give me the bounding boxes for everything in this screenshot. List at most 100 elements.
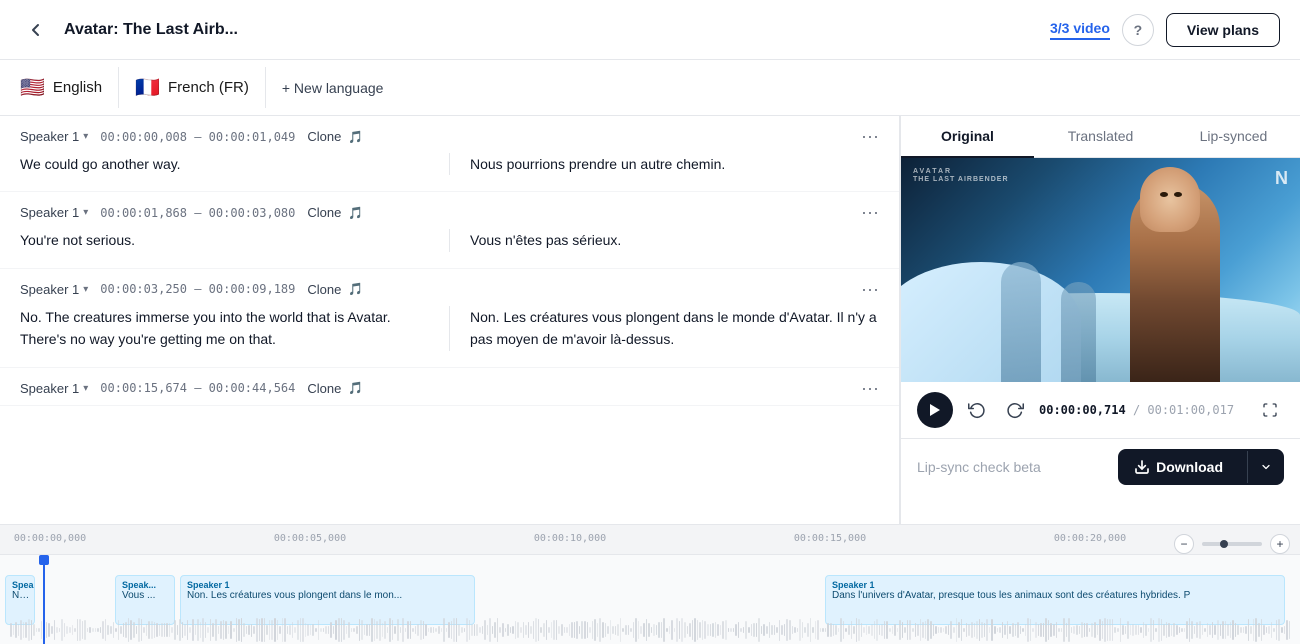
segment-3-translated[interactable]: Non. Les créatures vous plongent dans le… bbox=[450, 306, 879, 351]
wave-bar bbox=[310, 625, 312, 634]
wave-bar bbox=[10, 623, 12, 637]
download-main-area[interactable]: Download bbox=[1118, 449, 1239, 485]
wave-bar bbox=[371, 618, 373, 642]
wave-bar bbox=[966, 623, 968, 636]
wave-bar bbox=[25, 622, 27, 637]
wave-bar bbox=[374, 619, 376, 641]
wave-bar bbox=[146, 624, 148, 636]
clone-1-label: Clone bbox=[307, 129, 341, 144]
wave-bar bbox=[77, 619, 79, 641]
wave-bar bbox=[59, 628, 61, 633]
download-button[interactable]: Download bbox=[1118, 449, 1284, 485]
wave-bar bbox=[1109, 619, 1111, 641]
segment-2-original[interactable]: You're not serious. bbox=[20, 229, 449, 251]
speaker-3-label: Speaker 1 bbox=[20, 282, 79, 297]
wave-bar bbox=[389, 618, 391, 643]
segment-1-original[interactable]: We could go another way. bbox=[20, 153, 449, 175]
clone-1-button[interactable]: Clone 🎵 bbox=[307, 129, 363, 144]
tab-original[interactable]: Original bbox=[901, 116, 1034, 158]
wave-bar bbox=[1053, 624, 1055, 635]
segment-1-translated[interactable]: Nous pourrions prendre un autre chemin. bbox=[450, 153, 879, 175]
tab-lip-synced[interactable]: Lip-synced bbox=[1167, 116, 1300, 158]
download-chevron-button[interactable] bbox=[1247, 451, 1284, 483]
zoom-slider[interactable] bbox=[1202, 542, 1262, 546]
wave-bar bbox=[1050, 623, 1052, 637]
wave-bar bbox=[241, 618, 243, 642]
wave-bar bbox=[489, 618, 491, 643]
wave-bar bbox=[615, 626, 617, 635]
segment-3-original[interactable]: No. The creatures immerse you into the w… bbox=[20, 306, 449, 351]
clone-3-button[interactable]: Clone 🎵 bbox=[307, 282, 363, 297]
wave-bar bbox=[961, 619, 963, 641]
wave-bar bbox=[1163, 624, 1165, 636]
view-plans-button[interactable]: View plans bbox=[1166, 13, 1280, 47]
wave-bar bbox=[125, 622, 127, 637]
main-area: Speaker 1 ▾ 00:00:00,008 — 00:00:01,049 … bbox=[0, 116, 1300, 524]
wave-bar bbox=[1048, 620, 1050, 641]
more-options-3-button[interactable]: ··· bbox=[861, 279, 879, 300]
clone-4-button[interactable]: Clone 🎵 bbox=[307, 381, 363, 396]
wave-bar bbox=[717, 624, 719, 637]
speaker-4-select[interactable]: Speaker 1 ▾ bbox=[20, 381, 88, 396]
wave-bar bbox=[904, 627, 906, 634]
more-options-4-button[interactable]: ··· bbox=[861, 378, 879, 399]
wave-bar bbox=[689, 623, 691, 637]
wave-bar bbox=[351, 628, 353, 633]
wave-bar bbox=[289, 625, 291, 635]
wave-bar bbox=[1056, 622, 1058, 638]
waveform-icon-2: 🎵 bbox=[348, 206, 363, 220]
rewind-button[interactable] bbox=[963, 396, 991, 424]
zoom-in-button[interactable]: + bbox=[1270, 534, 1290, 554]
wave-bar bbox=[494, 622, 496, 638]
zoom-out-button[interactable]: − bbox=[1174, 534, 1194, 554]
segment-2-translated[interactable]: Vous n'êtes pas sérieux. bbox=[450, 229, 879, 251]
fr-flag-icon: 🇫🇷 bbox=[135, 75, 160, 100]
video-player: AVATAR THE LAST AIRBENDER N bbox=[901, 158, 1300, 382]
wave-bar bbox=[105, 619, 107, 640]
speaker-2-label: Speaker 1 bbox=[20, 205, 79, 220]
wave-bar bbox=[1204, 628, 1206, 633]
wave-bar bbox=[866, 625, 868, 636]
wave-bar bbox=[630, 628, 632, 633]
wave-bar bbox=[909, 620, 911, 641]
help-button[interactable]: ? bbox=[1122, 14, 1154, 46]
tab-translated[interactable]: Translated bbox=[1034, 116, 1167, 158]
wave-bar bbox=[538, 619, 540, 640]
wave-bar bbox=[643, 623, 645, 637]
clone-2-button[interactable]: Clone 🎵 bbox=[307, 205, 363, 220]
wave-bar bbox=[502, 623, 504, 637]
language-french[interactable]: 🇫🇷 French (FR) bbox=[119, 67, 266, 108]
play-button[interactable] bbox=[917, 392, 953, 428]
back-button[interactable] bbox=[20, 14, 52, 46]
playhead[interactable] bbox=[43, 555, 45, 644]
wave-bar bbox=[876, 619, 878, 642]
wave-bar bbox=[843, 621, 845, 638]
wave-bar bbox=[699, 622, 701, 639]
wave-bar bbox=[646, 619, 648, 640]
forward-button[interactable] bbox=[1001, 396, 1029, 424]
wave-bar bbox=[771, 625, 773, 636]
wave-bar bbox=[1132, 624, 1134, 636]
wave-bar bbox=[264, 618, 266, 643]
waveform-icon: 🎵 bbox=[348, 130, 363, 144]
wave-bar bbox=[271, 620, 273, 640]
wave-bar bbox=[1232, 620, 1234, 640]
more-options-2-button[interactable]: ··· bbox=[861, 202, 879, 223]
wave-bar bbox=[1102, 621, 1104, 640]
language-english[interactable]: 🇺🇸 English bbox=[20, 67, 119, 108]
more-options-1-button[interactable]: ··· bbox=[861, 126, 879, 147]
wave-bar bbox=[786, 619, 788, 641]
wave-bar bbox=[733, 628, 735, 632]
wave-bar bbox=[902, 622, 904, 638]
fullscreen-button[interactable] bbox=[1256, 396, 1284, 424]
wave-bar bbox=[548, 627, 550, 632]
wave-bar bbox=[458, 624, 460, 636]
wave-bar bbox=[161, 623, 163, 637]
speaker-2-select[interactable]: Speaker 1 ▾ bbox=[20, 205, 88, 220]
speaker-3-select[interactable]: Speaker 1 ▾ bbox=[20, 282, 88, 297]
speaker-1-select[interactable]: Speaker 1 ▾ bbox=[20, 129, 88, 144]
add-language-button[interactable]: + New language bbox=[266, 72, 400, 104]
wave-bar bbox=[884, 621, 886, 640]
wave-bar bbox=[469, 620, 471, 640]
wave-bar bbox=[697, 620, 699, 640]
